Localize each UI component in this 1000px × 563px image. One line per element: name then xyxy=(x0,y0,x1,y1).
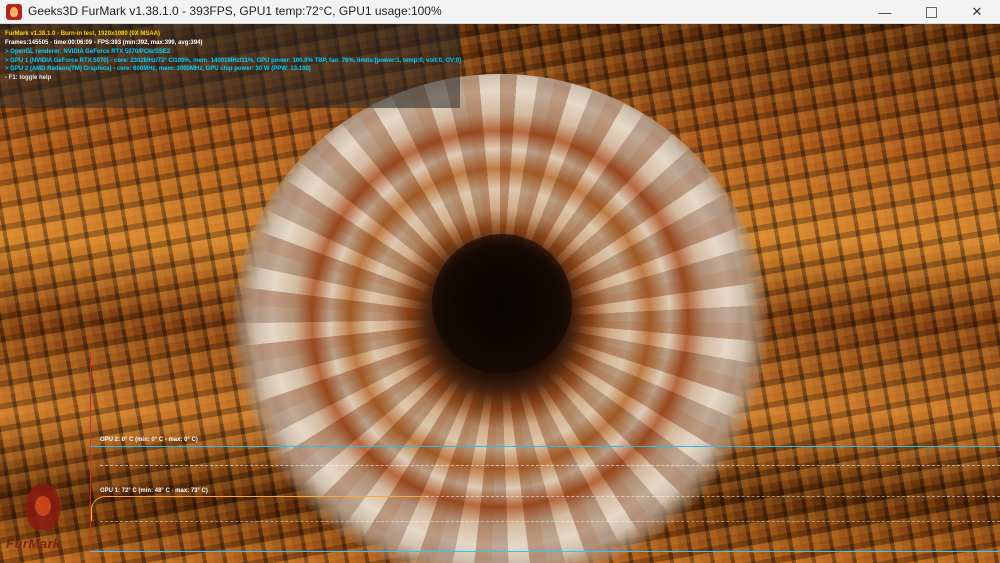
gpu2-temp-line xyxy=(90,446,1000,447)
close-icon: ✕ xyxy=(971,4,983,19)
furmark-logo-icon xyxy=(26,484,60,530)
furmark-logo-text: FurMark xyxy=(6,536,61,551)
maximize-icon xyxy=(925,6,937,18)
gpu1-grid-line-top xyxy=(426,496,1000,497)
osd-renderer-line: > OpenGL renderer: NVIDIA GeForce RTX 50… xyxy=(5,49,171,55)
gpu2-temp-label: GPU 2: 0° C (min: 0° C - max: 0° C) xyxy=(100,437,198,443)
furmark-logo: FurMark xyxy=(4,484,84,560)
gpu1-grid-line-bottom xyxy=(100,521,1000,522)
temperature-graph xyxy=(90,350,1000,555)
gpu2-grid-line xyxy=(100,465,1000,466)
osd-help-line: - F1: toggle help xyxy=(5,75,52,81)
close-button[interactable]: ✕ xyxy=(954,0,1000,24)
gpu1-temp-curve xyxy=(91,496,427,521)
furmark-window: Geeks3D FurMark v1.38.1.0 - 393FPS, GPU1… xyxy=(0,0,1000,563)
window-title: Geeks3D FurMark v1.38.1.0 - 393FPS, GPU1… xyxy=(28,4,442,18)
graph-y-axis xyxy=(90,352,91,552)
graph-x-axis xyxy=(90,551,1000,552)
maximize-button[interactable] xyxy=(908,0,954,24)
title-bar[interactable]: Geeks3D FurMark v1.38.1.0 - 393FPS, GPU1… xyxy=(0,0,1000,24)
osd-stats-line: Frames:145505 - time:00:06:09 - FPS:393 … xyxy=(5,40,203,46)
minimize-icon: — xyxy=(878,4,892,20)
osd-title-line: FurMark v1.38.1.0 - Burn-in test, 1920x1… xyxy=(5,31,161,37)
furmark-app-icon[interactable] xyxy=(6,4,22,20)
minimize-button[interactable]: — xyxy=(862,0,908,24)
gpu1-temp-label: GPU 1: 72° C (min: 48° C - max: 73° C) xyxy=(100,488,208,494)
osd-gpu2-line: > GPU 2 (AMD Radeon(TM) Graphics) - core… xyxy=(5,66,311,72)
